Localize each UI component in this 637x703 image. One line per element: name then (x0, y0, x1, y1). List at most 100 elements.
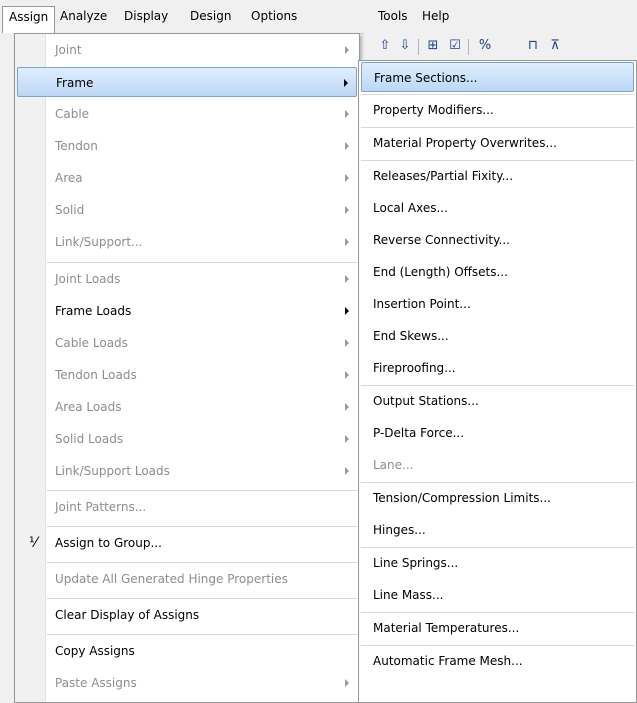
menu-help[interactable]: Help (416, 6, 455, 28)
submenu-item-hinges[interactable]: Hinges... (361, 515, 634, 545)
assign-menu: Joint Frame Cable Tendon Area Solid Link… (14, 33, 360, 703)
menu-assign[interactable]: Assign (2, 6, 56, 34)
select-frame-icon[interactable]: ⊞ (424, 37, 442, 55)
submenu-item-frame-sections[interactable]: Frame Sections... (361, 62, 634, 92)
submenu-arrow-icon (345, 403, 349, 411)
menu-separator (47, 598, 357, 599)
submenu-arrow-icon (345, 275, 349, 283)
submenu-item-material-property-overwrites[interactable]: Material Property Overwrites... (361, 128, 634, 158)
menu-item-label: Frame (56, 76, 94, 90)
submenu-arrow-icon (345, 467, 349, 475)
menu-item-label: P-Delta Force... (373, 426, 465, 440)
toolbar: ⇧ ⇩ ⊞ ☑ % ⊓ ⊼ (364, 33, 637, 60)
menu-item-label: Tendon Loads (55, 368, 137, 382)
submenu-arrow-icon (345, 339, 349, 347)
checkbox-icon[interactable]: ☑ (446, 37, 464, 55)
menu-item-label: Joint (55, 43, 82, 57)
menu-item-frame[interactable]: Frame (17, 67, 357, 97)
menu-item-label: Local Axes... (373, 201, 448, 215)
menu-item-joint-loads[interactable]: Joint Loads (17, 264, 357, 294)
menu-item-label: Automatic Frame Mesh... (373, 654, 523, 668)
menu-separator (47, 634, 357, 635)
menu-item-copy-assigns[interactable]: Copy Assigns (17, 636, 357, 666)
move-up-icon[interactable]: ⇧ (376, 37, 394, 55)
submenu-item-property-modifiers[interactable]: Property Modifiers... (361, 95, 634, 125)
menu-item-joint[interactable]: Joint (17, 35, 357, 65)
menu-item-joint-patterns[interactable]: Joint Patterns... (17, 492, 357, 522)
menu-bar: Assign Analyze Display Design Options To… (0, 0, 637, 34)
menu-display[interactable]: Display (118, 6, 174, 28)
menu-item-label: Link/Support Loads (55, 464, 170, 478)
submenu-item-releases-partial-fixity[interactable]: Releases/Partial Fixity... (361, 161, 634, 191)
submenu-item-local-axes[interactable]: Local Axes... (361, 193, 634, 223)
menu-item-cable-loads[interactable]: Cable Loads (17, 328, 357, 358)
assign-group-icon: ⅟ (29, 535, 37, 551)
menu-options[interactable]: Options (245, 6, 303, 28)
menu-item-label: Material Temperatures... (373, 621, 520, 635)
submenu-item-end-length-offsets[interactable]: End (Length) Offsets... (361, 257, 634, 287)
menu-item-label: End (Length) Offsets... (373, 265, 508, 279)
menu-item-label: Tendon (55, 139, 98, 153)
submenu-arrow-icon (345, 206, 349, 214)
submenu-item-line-mass[interactable]: Line Mass... (361, 580, 634, 610)
menu-item-link-support-loads[interactable]: Link/Support Loads (17, 456, 357, 486)
menu-item-assign-to-group[interactable]: ⅟ Assign to Group... (17, 528, 357, 558)
submenu-item-fireproofing[interactable]: Fireproofing... (361, 353, 634, 383)
frame-icon[interactable]: ⊓ (524, 37, 542, 55)
truss-icon[interactable]: ⊼ (546, 37, 564, 55)
menu-item-area[interactable]: Area (17, 163, 357, 193)
submenu-item-end-skews[interactable]: End Skews... (361, 321, 634, 351)
submenu-item-insertion-point[interactable]: Insertion Point... (361, 289, 634, 319)
menu-item-label: Area (55, 171, 83, 185)
submenu-item-lane[interactable]: Lane... (361, 450, 634, 480)
menu-item-label: End Skews... (373, 329, 449, 343)
menu-item-solid[interactable]: Solid (17, 195, 357, 225)
menu-item-label: Solid (55, 203, 85, 217)
submenu-item-p-delta-force[interactable]: P-Delta Force... (361, 418, 634, 448)
menu-item-tendon-loads[interactable]: Tendon Loads (17, 360, 357, 390)
submenu-arrow-icon (345, 435, 349, 443)
menu-item-label: Assign to Group... (55, 536, 162, 550)
submenu-arrow-icon (345, 679, 349, 687)
menu-item-label: Link/Support... (55, 235, 143, 249)
menu-item-cable[interactable]: Cable (17, 99, 357, 129)
menu-item-update-hinge-properties[interactable]: Update All Generated Hinge Properties (17, 564, 357, 594)
submenu-arrow-icon (345, 110, 349, 118)
menu-design[interactable]: Design (184, 6, 237, 28)
menu-item-label: Releases/Partial Fixity... (373, 169, 514, 183)
menu-item-label: Paste Assigns (55, 676, 137, 690)
menu-item-solid-loads[interactable]: Solid Loads (17, 424, 357, 454)
menu-item-label: Property Modifiers... (373, 103, 494, 117)
menu-item-tendon[interactable]: Tendon (17, 131, 357, 161)
submenu-item-material-temperatures[interactable]: Material Temperatures... (361, 613, 634, 643)
window-edge (0, 33, 14, 703)
submenu-item-line-springs[interactable]: Line Springs... (361, 548, 634, 578)
menu-item-label: Clear Display of Assigns (55, 608, 200, 622)
submenu-item-automatic-frame-mesh[interactable]: Automatic Frame Mesh... (361, 646, 634, 676)
menu-item-frame-loads[interactable]: Frame Loads (17, 296, 357, 326)
toolbar-separator (468, 39, 469, 55)
menu-item-label: Reverse Connectivity... (373, 233, 510, 247)
submenu-item-output-stations[interactable]: Output Stations... (361, 386, 634, 416)
submenu-item-reverse-connectivity[interactable]: Reverse Connectivity... (361, 225, 634, 255)
move-down-icon[interactable]: ⇩ (396, 37, 414, 55)
menu-item-label: Frame Loads (55, 304, 132, 318)
menu-item-area-loads[interactable]: Area Loads (17, 392, 357, 422)
menu-analyze[interactable]: Analyze (54, 6, 113, 28)
menu-item-label: Output Stations... (373, 394, 479, 408)
menu-item-label: Solid Loads (55, 432, 124, 446)
submenu-item-tension-compression-limits[interactable]: Tension/Compression Limits... (361, 483, 634, 513)
submenu-arrow-icon (344, 79, 348, 87)
submenu-arrow-icon (345, 142, 349, 150)
assign-group-icon[interactable]: % (476, 37, 494, 55)
menu-separator (47, 526, 357, 527)
menu-item-label: Line Mass... (373, 588, 444, 602)
menu-item-clear-display-of-assigns[interactable]: Clear Display of Assigns (17, 600, 357, 630)
submenu-arrow-icon (345, 307, 349, 315)
submenu-arrow-icon (345, 46, 349, 54)
menu-item-link-support[interactable]: Link/Support... (17, 227, 357, 257)
menu-tools[interactable]: Tools (372, 6, 414, 28)
menu-item-paste-assigns[interactable]: Paste Assigns (17, 668, 357, 698)
toolbar-separator (418, 39, 419, 55)
menu-item-label: Joint Patterns... (55, 500, 147, 514)
